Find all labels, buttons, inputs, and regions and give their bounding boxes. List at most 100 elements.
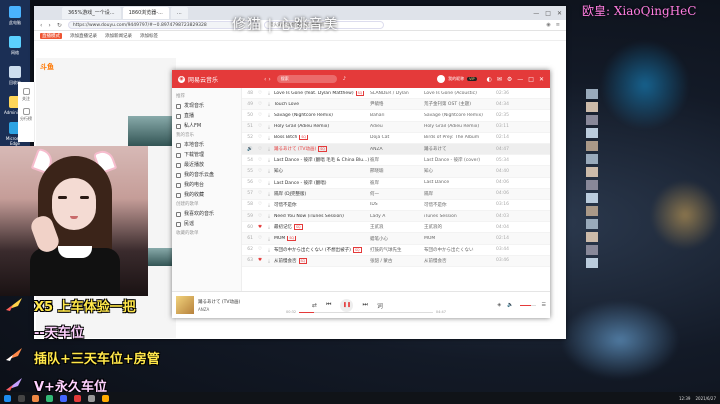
song-album[interactable]: 荒子金刊第 OST (主题) <box>424 101 496 107</box>
side-thumbnail[interactable] <box>586 115 598 125</box>
douyu-rank[interactable]: 分行榜 <box>18 108 34 122</box>
menu-icon[interactable]: ≡ <box>556 22 560 28</box>
song-row[interactable]: 50 ♡ ⤓ Savage (Nightcore Remix) Bahari Savage… <box>242 110 550 122</box>
song-album[interactable]: iTunes Session <box>424 214 496 219</box>
quality-icon[interactable]: ◈ <box>497 302 501 308</box>
heart-icon[interactable]: ♡ <box>256 247 264 252</box>
minimize-icon[interactable]: — <box>517 76 523 83</box>
nav-arrows-icon[interactable]: ‹ › <box>264 76 271 83</box>
download-icon[interactable]: ⤓ <box>264 236 274 242</box>
loop-icon[interactable]: ⇄ <box>312 302 317 309</box>
side-thumbnail[interactable] <box>586 154 598 164</box>
heart-icon[interactable]: ♡ <box>256 124 264 129</box>
song-artist[interactable]: 张韶 / 蒙古 <box>370 258 424 264</box>
download-icon[interactable]: ⤓ <box>264 157 274 163</box>
song-artist[interactable]: ANZA <box>370 147 424 152</box>
side-thumbnail[interactable] <box>586 219 598 229</box>
sidebar-item[interactable]: 发现音乐 <box>176 101 237 111</box>
song-title[interactable]: Need You Now (iTunes Session) <box>274 214 370 219</box>
song-artist[interactable]: Lady A <box>370 214 424 219</box>
forward-icon[interactable]: › <box>48 22 50 29</box>
heart-icon[interactable]: ♡ <box>256 91 264 96</box>
song-title[interactable]: Boss Bitch SQ <box>274 135 370 141</box>
sidebar-item[interactable]: 我的电台 <box>176 180 237 190</box>
avatar[interactable] <box>437 75 446 83</box>
prev-icon[interactable]: ⏮ <box>326 301 331 309</box>
song-album[interactable]: 可惜不是你 <box>424 202 496 208</box>
sidebar-item[interactable]: 本地音乐 <box>176 140 237 150</box>
close-button[interactable]: ✕ <box>557 10 562 17</box>
side-thumbnail[interactable] <box>586 128 598 138</box>
heart-icon[interactable]: ♡ <box>256 191 264 196</box>
heart-icon[interactable]: ♡ <box>256 102 264 107</box>
sidebar-item[interactable]: 最近播放 <box>176 160 237 170</box>
playlist-icon[interactable]: ☰ <box>542 302 546 308</box>
song-album[interactable]: Last Dance - 彼岸 (cover) <box>424 157 496 163</box>
settings-icon[interactable]: ⚙ <box>507 76 512 83</box>
song-artist[interactable]: Bahari <box>370 113 424 118</box>
song-artist[interactable]: 彼岸 <box>370 180 424 186</box>
download-icon[interactable]: ⤓ <box>264 101 274 107</box>
song-album[interactable]: MOM <box>424 236 496 241</box>
side-thumbnail[interactable] <box>586 193 598 203</box>
song-row[interactable]: 48 ♡ ⤓ Love Is Gone (feat. Dylan Matthew) SQ… <box>242 88 550 100</box>
sidebar-item[interactable]: 私人FM <box>176 121 237 131</box>
mail-icon[interactable]: ✉ <box>497 76 502 83</box>
song-row[interactable]: 51 ♡ ⤓ Holy Grail (Adieu Remix) Adieu Holy Gr… <box>242 121 550 133</box>
bookmark-item[interactable]: 添加新闻记录 <box>105 33 132 39</box>
side-thumbnail[interactable] <box>586 167 598 177</box>
douyu-follow[interactable]: 关注 <box>18 88 34 102</box>
song-title[interactable]: Last Dance - 彼岸 (翻唱) <box>274 180 370 186</box>
side-thumbnail[interactable] <box>586 245 598 255</box>
song-album[interactable]: 隔岸 <box>424 191 496 197</box>
mic-icon[interactable]: ♪ <box>343 76 346 82</box>
song-album[interactable]: Love Is Gone (Acoustic) <box>424 91 496 96</box>
download-icon[interactable]: ⤓ <box>264 258 274 264</box>
song-title[interactable]: 最初记忆 SQ <box>274 224 370 231</box>
song-album[interactable]: 知心 <box>424 168 496 174</box>
lyrics-icon[interactable]: 词 <box>377 301 383 310</box>
taskbar-app-icon[interactable] <box>46 394 53 402</box>
maximize-button[interactable]: □ <box>545 10 551 17</box>
download-icon[interactable]: ⤓ <box>264 224 274 230</box>
song-title[interactable]: 可惜不是你 <box>274 202 370 208</box>
now-playing-artist[interactable]: ANZA <box>198 307 268 312</box>
song-artist[interactable]: 尹毓恪 <box>370 101 424 107</box>
sidebar-item[interactable]: 下载管理 <box>176 150 237 160</box>
heart-icon[interactable]: ♡ <box>256 202 264 207</box>
browser-tab-active[interactable]: 1860浏览器-... <box>122 7 169 19</box>
song-title[interactable]: 隔岸 (DJ完整版) <box>274 191 370 197</box>
song-artist[interactable]: 蜡笔小心 <box>370 236 424 242</box>
song-artist[interactable]: 彼岸 <box>370 157 424 163</box>
song-artist[interactable]: SLANDER / Dylan <box>370 91 424 96</box>
sidebar-item[interactable]: 我喜欢的音乐 <box>176 209 237 219</box>
sidebar-item[interactable]: 民谣 <box>176 219 237 229</box>
side-thumbnail[interactable] <box>586 180 598 190</box>
back-icon[interactable]: ‹ <box>40 22 42 29</box>
album-cover[interactable] <box>176 296 194 314</box>
taskbar-app-icon[interactable] <box>74 394 81 402</box>
song-artist[interactable]: Doja Cat <box>370 135 424 140</box>
browser-tab[interactable]: ... <box>170 7 188 19</box>
heart-icon[interactable]: ♥ <box>256 258 264 263</box>
song-album[interactable]: 踊るあけて <box>424 146 496 152</box>
extension-icon[interactable]: ◉ <box>546 22 550 28</box>
bookmark-item[interactable]: 添加标签 <box>140 33 158 39</box>
download-icon[interactable]: ⤓ <box>264 180 274 186</box>
song-title[interactable]: 知心 <box>274 168 370 174</box>
song-row[interactable]: 49 ♡ ⤓ Touch Love 尹毓恪 荒子金刊第 OST (主题) 04:34 <box>242 99 550 111</box>
song-album[interactable]: 从前慢会否 <box>424 258 496 264</box>
desktop-icon-this-pc[interactable]: 此电脑 <box>4 6 26 26</box>
song-album[interactable]: Birds of Prey: The Album <box>424 135 496 140</box>
taskbar-app-icon[interactable] <box>102 394 109 402</box>
song-title[interactable]: 踊るあけて (TV动画) SQ <box>274 146 370 153</box>
heart-icon[interactable]: ♡ <box>256 236 264 241</box>
minimize-button[interactable]: — <box>533 10 539 17</box>
volume-slider[interactable] <box>519 304 536 306</box>
url-input[interactable]: https://www.douyu.com/9449797/#~0.897479… <box>67 21 258 29</box>
download-icon[interactable]: ⤓ <box>264 247 274 253</box>
download-icon[interactable]: ⤓ <box>264 124 274 130</box>
side-thumbnail[interactable] <box>586 89 598 99</box>
close-icon[interactable]: ✕ <box>539 76 544 83</box>
download-icon[interactable]: ⤓ <box>264 168 274 174</box>
